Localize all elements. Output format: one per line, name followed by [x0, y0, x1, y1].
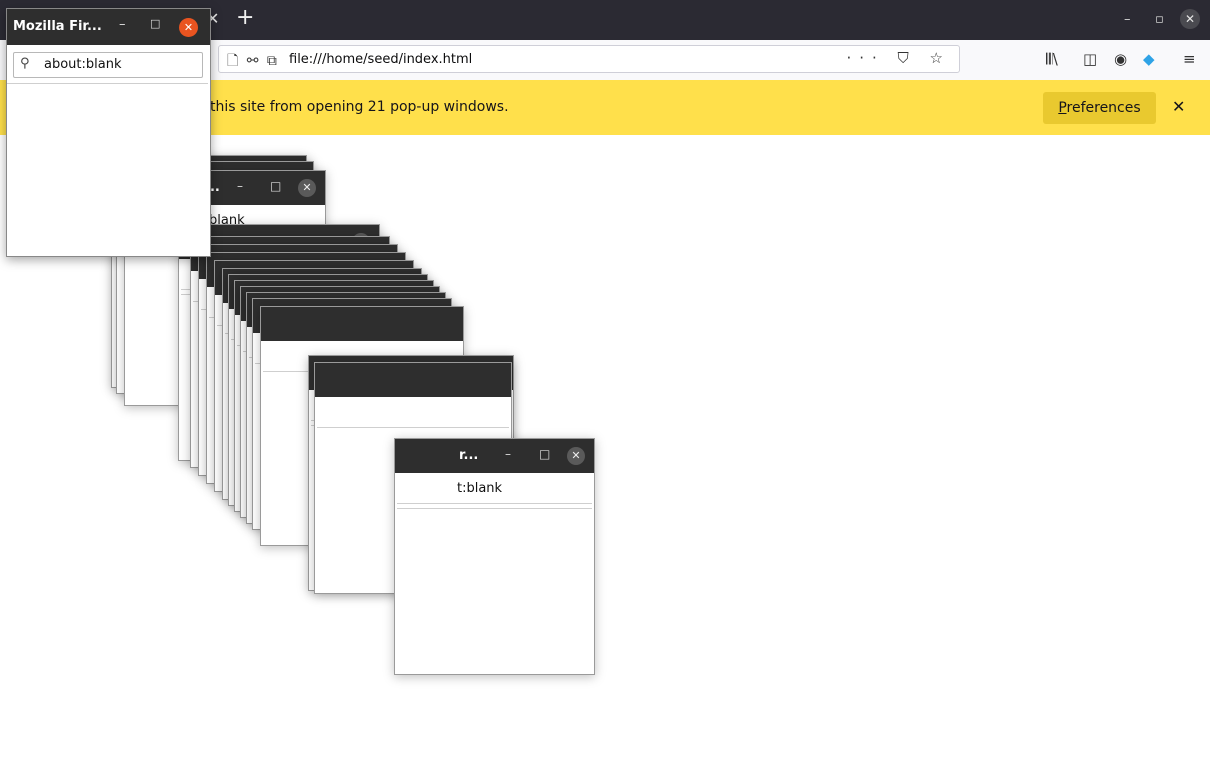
front-popup-title: Mozilla Fir... [13, 19, 102, 34]
popup-title: r... [459, 448, 479, 463]
window-minimize-button[interactable]: – [1124, 12, 1131, 27]
notification-close-icon[interactable]: ✕ [1172, 97, 1185, 116]
page-info-icons[interactable]: 🗋 ⚯ ⧉ [227, 50, 279, 74]
search-icon: ⚲ [20, 56, 30, 71]
library-icon[interactable]: 𝄃𝄃\ [1046, 50, 1058, 68]
popup-maximize-icon[interactable]: □ [270, 179, 281, 193]
front-popup-url-bar[interactable]: ⚲ about:blank [13, 52, 203, 78]
new-tab-button[interactable]: + [236, 6, 254, 30]
sidebar-icon[interactable]: ◫ [1083, 50, 1097, 68]
url-bar[interactable]: 🗋 ⚯ ⧉ file:///home/seed/index.html ··· ⛉… [218, 45, 960, 73]
window-close-button[interactable]: ✕ [1180, 9, 1200, 29]
page-actions-icons[interactable]: ··· ⛉ ☆ [846, 49, 951, 67]
extension-icon[interactable]: ◆ [1143, 50, 1155, 68]
popup-minimize-icon[interactable]: – [237, 179, 243, 193]
popup-minimize-icon[interactable]: – [505, 447, 511, 461]
front-popup-close-icon[interactable]: ✕ [179, 18, 198, 37]
front-popup-titlebar[interactable]: Mozilla Fir... – □ ✕ [7, 9, 210, 45]
menu-icon[interactable]: ≡ [1183, 50, 1196, 68]
preferences-access-key: P [1058, 100, 1067, 116]
popup-url[interactable]: t:blank [457, 481, 502, 496]
front-popup-maximize-icon[interactable]: □ [150, 17, 160, 30]
popup-close-icon[interactable]: ✕ [567, 447, 585, 465]
preferences-label: references [1066, 100, 1141, 116]
front-popup-url[interactable]: about:blank [44, 57, 122, 72]
popup-close-icon[interactable]: ✕ [298, 179, 316, 197]
url-text[interactable]: file:///home/seed/index.html [289, 52, 472, 67]
popup-maximize-icon[interactable]: □ [539, 447, 550, 461]
divider [7, 83, 208, 84]
preferences-button[interactable]: Preferences [1043, 92, 1156, 124]
window-restore-button[interactable]: ▫ [1155, 12, 1164, 27]
notification-message: this site from opening 21 pop-up windows… [210, 99, 509, 115]
account-icon[interactable]: ◉ [1114, 50, 1127, 68]
front-popup-window[interactable]: Mozilla Fir... – □ ✕ ⚲ about:blank [6, 8, 211, 257]
popup-window[interactable]: r... – □ ✕ t:blank [394, 438, 595, 675]
front-popup-minimize-icon[interactable]: – [119, 17, 126, 32]
